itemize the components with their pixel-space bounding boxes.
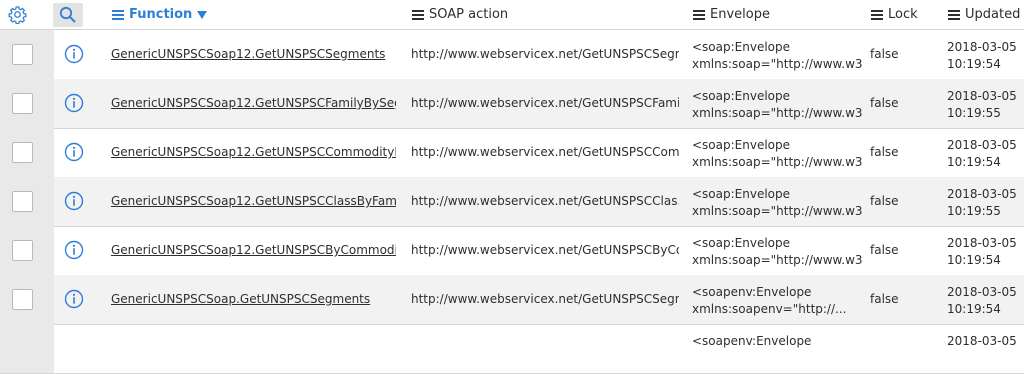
info-icon[interactable] (64, 44, 84, 64)
lock-cell: false (870, 194, 899, 208)
info-icon[interactable] (64, 142, 84, 162)
updated-cell: 2018-03-05 10:19:55 (947, 187, 1017, 218)
envelope-cell: <soap:Envelope xmlns:soap="http://www.w3… (692, 187, 862, 218)
row-checkbox[interactable] (12, 240, 33, 261)
table-row[interactable]: GenericUNSPSCSoap12.GetUNSPSCSegments htt… (0, 30, 1024, 80)
info-icon[interactable] (64, 240, 84, 260)
function-link[interactable]: GenericUNSPSCSoap12.GetUNSPSCClassByFami… (111, 194, 396, 208)
lock-cell: false (870, 96, 899, 110)
envelope-cell: <soapenv:Envelope xmlns:soapenv="http://… (692, 285, 847, 316)
envelope-cell: <soap:Envelope xmlns:soap="http://www.w3… (692, 138, 862, 169)
lock-cell: false (870, 243, 899, 257)
soap-action-cell: http://www.webservicex.net/GetUNSPSCFami… (411, 96, 679, 110)
soap-action-cell: http://www.webservicex.net/GetUNSPSCSegm… (411, 292, 679, 306)
updated-cell: 2018-03-05 10:19:54 (947, 138, 1017, 169)
updated-cell: 2018-03-05 (947, 334, 1017, 348)
table-row[interactable]: GenericUNSPSCSoap12.GetUNSPSCByCommodity… (0, 226, 1024, 276)
soap-action-cell: http://www.webservicex.net/GetUNSPSCComm… (411, 145, 679, 159)
column-header-lock[interactable]: Lock (871, 0, 918, 29)
table-row[interactable]: GenericUNSPSCSoap12.GetUNSPSCClassByFami… (0, 177, 1024, 227)
envelope-cell: <soap:Envelope xmlns:soap="http://www.w3… (692, 40, 862, 71)
column-header-label: Lock (888, 7, 918, 22)
row-checkbox[interactable] (12, 93, 33, 114)
function-link[interactable]: GenericUNSPSCSoap12.GetUNSPSCFamilyBySeg… (111, 96, 396, 110)
updated-cell: 2018-03-05 10:19:54 (947, 285, 1017, 316)
column-header-label: SOAP action (429, 7, 509, 22)
updated-cell: 2018-03-05 10:19:55 (947, 89, 1017, 120)
column-header-label: Function (129, 7, 193, 22)
table-row[interactable]: GenericUNSPSCSoap12.GetUNSPSCCommodityBy… (0, 128, 1024, 178)
column-header-function[interactable]: Function (112, 0, 208, 29)
lock-cell: false (870, 47, 899, 61)
column-header-envelope[interactable]: Envelope (693, 0, 770, 29)
soap-action-cell: http://www.webservicex.net/GetUNSPSCSegm… (411, 47, 679, 61)
info-icon[interactable] (64, 289, 84, 309)
envelope-cell: <soap:Envelope xmlns:soap="http://www.w3… (692, 236, 862, 267)
column-header-label: Envelope (710, 7, 770, 22)
table-header: Function SOAP action Envelope Lock Updat… (0, 0, 1024, 30)
column-header-soap-action[interactable]: SOAP action (412, 0, 508, 29)
menu-icon[interactable] (412, 9, 424, 20)
table-row[interactable]: <soapenv:Envelope 2018-03-05 (0, 324, 1024, 374)
row-selector-cell (0, 324, 54, 373)
row-checkbox[interactable] (12, 289, 33, 310)
soap-action-cell: http://www.webservicex.net/GetUNSPSCClas… (411, 194, 679, 208)
updated-cell: 2018-03-05 10:19:54 (947, 40, 1017, 71)
list-grid: GenericUNSPSCSoap12.GetUNSPSCSegments htt… (0, 0, 1024, 374)
lock-cell: false (870, 145, 899, 159)
menu-icon[interactable] (693, 9, 705, 20)
lock-cell: false (870, 292, 899, 306)
gear-icon[interactable] (8, 5, 27, 24)
menu-icon[interactable] (112, 9, 124, 20)
search-icon (59, 6, 76, 23)
function-link[interactable]: GenericUNSPSCSoap12.GetUNSPSCByCommodity… (111, 243, 396, 257)
table-row[interactable]: GenericUNSPSCSoap12.GetUNSPSCFamilyBySeg… (0, 79, 1024, 129)
soap-action-cell: http://www.webservicex.net/GetUNSPSCByCo… (411, 243, 679, 257)
table-row[interactable]: GenericUNSPSCSoap.GetUNSPSCSegments http:… (0, 275, 1024, 325)
info-icon[interactable] (64, 93, 84, 113)
function-link[interactable]: GenericUNSPSCSoap12.GetUNSPSCSegments (111, 47, 396, 61)
envelope-cell: <soap:Envelope xmlns:soap="http://www.w3… (692, 89, 862, 120)
envelope-cell: <soapenv:Envelope (692, 334, 812, 348)
search-toggle-button[interactable] (53, 3, 83, 27)
row-checkbox[interactable] (12, 44, 33, 65)
column-header-updated[interactable]: Updated (948, 0, 1020, 29)
row-checkbox[interactable] (12, 142, 33, 163)
column-header-label: Updated (965, 7, 1021, 22)
menu-icon[interactable] (871, 9, 883, 20)
info-icon[interactable] (64, 191, 84, 211)
function-link[interactable]: GenericUNSPSCSoap.GetUNSPSCSegments (111, 292, 396, 306)
menu-icon[interactable] (948, 9, 960, 20)
updated-cell: 2018-03-05 10:19:54 (947, 236, 1017, 267)
sort-down-icon (197, 10, 208, 19)
function-link[interactable]: GenericUNSPSCSoap12.GetUNSPSCCommodityBy… (111, 145, 396, 159)
row-checkbox[interactable] (12, 191, 33, 212)
